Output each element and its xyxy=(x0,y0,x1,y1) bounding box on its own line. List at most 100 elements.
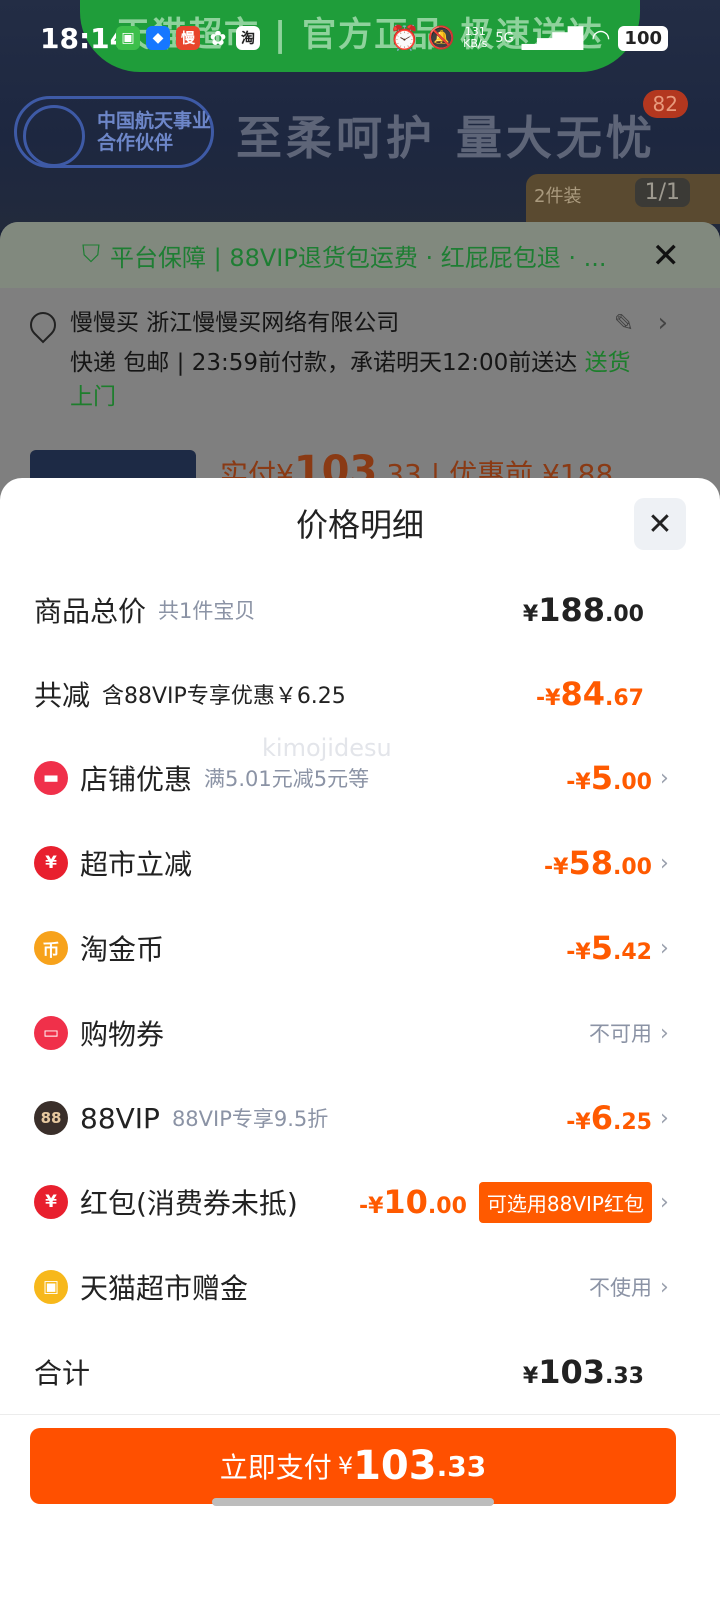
row-status: 不使用 › xyxy=(589,1272,674,1302)
signal-icon: ▂▄▆█ xyxy=(521,26,584,50)
amount-dec: .42 xyxy=(613,940,652,965)
status-bar: 18:14 ▣ ◆ 慢 ✿ 淘 ⏰ 🔕 131 KB/s 5G ▂▄▆█ ◠ 1… xyxy=(0,0,720,80)
delivery-text: 23:59前付款，承诺明天12:00前送达 xyxy=(191,350,578,376)
alipay-icon: ◆ xyxy=(146,26,170,50)
row-market-reduction[interactable]: ¥ 超市立减 -¥58.00 › xyxy=(34,833,674,893)
row-sub: 88VIP专享9.5折 xyxy=(171,1107,329,1131)
guarantee-text: 平台保障 | 88VIP退货包运费 · 红屁屁包退 · ... xyxy=(110,243,607,272)
row-label: 超市立减 xyxy=(80,848,193,881)
chevron-right-icon: › xyxy=(660,1274,669,1300)
chevron-right-icon: › xyxy=(660,1105,669,1131)
row-amount: ¥188.00 xyxy=(523,591,644,629)
close-icon[interactable]: ✕ xyxy=(652,236,681,276)
row-label: 合计 xyxy=(34,1357,91,1390)
row-amount: -¥10.00 可选用88VIP红包 › xyxy=(358,1181,674,1223)
price-detail-sheet: 价格明细 ✕ kimojidesu 商品总价 共1件宝贝 ¥188.00 共减 … xyxy=(0,478,720,1600)
gift-money-icon: ▣ xyxy=(34,1270,68,1304)
row-amount: -¥5.00 › xyxy=(566,759,674,797)
address-line: 慢慢买 浙江慢慢买网络有限公司 xyxy=(70,310,400,336)
amount-int: 58 xyxy=(568,844,614,882)
red-packet-icon: ¥ xyxy=(34,1185,68,1219)
network-speed: 131 KB/s xyxy=(463,26,487,50)
amount-dec: .00 xyxy=(605,602,644,627)
notification-icons: ▣ ◆ 慢 ✿ 淘 xyxy=(116,26,260,50)
partner-badge-text: 中国航天事业合作伙伴 xyxy=(97,110,212,154)
manmanmai-icon: 慢 xyxy=(176,26,200,50)
row-taojinbi[interactable]: 币 淘金币 -¥5.42 › xyxy=(34,918,674,978)
row-label: 店铺优惠 xyxy=(80,763,193,796)
pay-now-button[interactable]: 立即支付 ¥ 103 .33 xyxy=(30,1428,676,1504)
wallet-icon: ▣ xyxy=(116,26,140,50)
shop-coupon-icon: ▬ xyxy=(34,761,68,795)
speed-unit: KB/s xyxy=(463,37,488,50)
row-shop-discount[interactable]: ▬ 店铺优惠 满5.01元减5元等 -¥5.00 › xyxy=(34,748,674,808)
amount-int: 10 xyxy=(383,1183,428,1221)
row-sum: 合计 ¥103.33 xyxy=(34,1342,674,1402)
row-shopping-voucher[interactable]: ▭ 购物券 不可用 › xyxy=(34,1003,674,1063)
status-text: 不可用 xyxy=(589,1022,652,1046)
row-gift-money[interactable]: ▣ 天猫超市赠金 不使用 › xyxy=(34,1257,674,1317)
amount-int: 6 xyxy=(590,1099,614,1137)
row-red-packet[interactable]: ¥ 红包(消费券未抵) -¥10.00 可选用88VIP红包 › xyxy=(34,1172,674,1232)
row-goods-total: 商品总价 共1件宝贝 ¥188.00 xyxy=(34,580,674,640)
product-banner: 中国航天事业合作伙伴 至柔呵护 量大无忧 82 2件装 1/1 xyxy=(0,82,720,224)
amount-int: 188 xyxy=(538,591,606,629)
home-indicator[interactable] xyxy=(212,1498,494,1506)
vip-red-packet-tag[interactable]: 可选用88VIP红包 xyxy=(478,1181,652,1223)
shield-icon: ⛉ xyxy=(82,240,100,268)
divider xyxy=(0,1414,720,1415)
row-label: 天猫超市赠金 xyxy=(80,1272,249,1305)
ticket-icon: ▭ xyxy=(34,1016,68,1050)
row-label: 购物券 xyxy=(80,1018,165,1051)
alarm-icon: ⏰ xyxy=(389,24,420,52)
amount-int: 103 xyxy=(538,1353,606,1391)
gold-coin-icon: 币 xyxy=(34,931,68,965)
amount-int: 5 xyxy=(590,929,614,967)
delivery-prefix: 快递 包邮 xyxy=(70,350,170,376)
row-88vip[interactable]: 88 88VIP 88VIP专享9.5折 -¥6.25 › xyxy=(34,1088,674,1148)
chevron-right-icon: › xyxy=(660,1189,669,1215)
chevron-right-icon: › xyxy=(660,1020,669,1046)
edit-icon[interactable]: ✎ xyxy=(614,306,634,340)
chevron-right-icon: › xyxy=(660,850,669,876)
row-amount: -¥58.00 › xyxy=(544,844,674,882)
row-sub: 满5.01元减5元等 xyxy=(204,767,370,791)
partner-badge: 中国航天事业合作伙伴 xyxy=(14,96,214,168)
currency: ¥ xyxy=(522,602,539,627)
currency: -¥ xyxy=(358,1194,384,1219)
row-total-reduction: 共减 含88VIP专享优惠￥6.25 -¥84.67 xyxy=(34,664,674,724)
mute-icon: 🔕 xyxy=(427,25,456,51)
amount-dec: .33 xyxy=(605,1364,644,1389)
pay-amount-int: 103 xyxy=(353,1443,437,1489)
currency: -¥ xyxy=(566,770,591,795)
banner-count-badge: 82 xyxy=(642,90,688,118)
close-button[interactable]: ✕ xyxy=(634,498,686,550)
aerospace-logo-icon xyxy=(23,105,85,167)
amount-dec: .00 xyxy=(427,1194,467,1219)
amount-int: 5 xyxy=(590,759,614,797)
chevron-right-icon[interactable]: › xyxy=(658,306,668,340)
guarantee-bar[interactable]: ⛉ 平台保障 | 88VIP退货包运费 · 红屁屁包退 · ... ✕ xyxy=(0,222,720,288)
taobao-icon: 淘 xyxy=(236,26,260,50)
wechat-icon: ✿ xyxy=(209,26,227,50)
row-sub: 含88VIP专享优惠￥6.25 xyxy=(102,684,346,709)
row-amount: -¥5.42 › xyxy=(566,929,674,967)
status-text: 不使用 xyxy=(589,1276,652,1300)
pay-currency: ¥ xyxy=(337,1452,354,1480)
currency: -¥ xyxy=(566,940,591,965)
pay-amount-dec: .33 xyxy=(436,1449,487,1483)
row-label: 共减 xyxy=(34,679,91,712)
yen-badge-icon: ¥ xyxy=(34,846,68,880)
row-amount: -¥6.25 › xyxy=(566,1099,674,1137)
amount-int: 84 xyxy=(560,675,606,713)
row-label: 淘金币 xyxy=(80,933,165,966)
battery-indicator: 100 xyxy=(618,25,668,51)
row-label: 88VIP xyxy=(80,1101,160,1135)
wifi-icon: ◠ xyxy=(591,25,611,51)
banner-slogan: 至柔呵护 量大无忧 xyxy=(236,111,657,165)
sheet-title: 价格明细 xyxy=(295,506,424,544)
order-card: ⛉ 平台保障 | 88VIP退货包运费 · 红屁屁包退 · ... ✕ 慢慢买 … xyxy=(0,222,720,522)
page-indicator: 1/1 xyxy=(634,178,690,207)
currency: -¥ xyxy=(536,686,561,711)
row-amount: ¥103.33 xyxy=(523,1353,644,1391)
